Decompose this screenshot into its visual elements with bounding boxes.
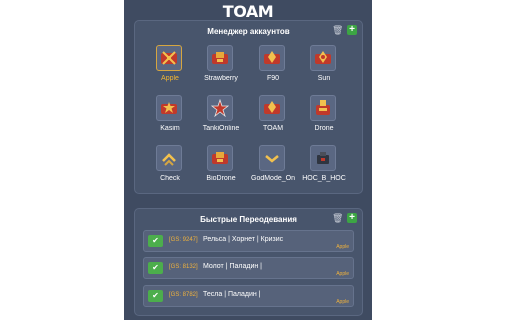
gs-score: [GS: 8132] [169, 264, 198, 270]
account-item-f90[interactable]: F90 [248, 45, 298, 91]
rank-red-badge-gold-icon [310, 45, 336, 71]
account-item-apple[interactable]: Apple [145, 45, 195, 91]
dress-owner: Apple [336, 271, 349, 277]
app-logo: TOAM [222, 2, 274, 21]
rank-grey-tank-icon [310, 145, 336, 171]
dress-owner: Apple [336, 244, 349, 250]
account-item-toam[interactable]: TOAM [248, 95, 298, 141]
account-label: Apple [161, 75, 179, 82]
account-label: Strawberry [204, 75, 238, 82]
account-item-drone[interactable]: Drone [299, 95, 349, 141]
trash-icon[interactable]: 🗑 [332, 213, 343, 223]
dress-row[interactable]: ✔ [GS: 9247] Рельса | Хорнет | Кризис Ap… [143, 230, 354, 252]
rank-gold-chevrons-icon [156, 145, 182, 171]
extension-panel: TOAM Менеджер аккаунтов 🗑 + Apple Strawb… [124, 0, 372, 320]
add-dress-plus-icon[interactable]: + [347, 213, 357, 223]
dress-equipment: Рельса | Хорнет | Кризис [203, 236, 284, 243]
gs-score: [GS: 9247] [169, 237, 198, 243]
dress-row[interactable]: ✔ [GS: 8782] Тесла | Паладин | Apple [143, 285, 354, 307]
quick-dress-title: Быстрые Переодевания [200, 215, 297, 224]
add-account-plus-icon[interactable]: + [347, 25, 357, 35]
account-item-biodrone[interactable]: BioDrone [196, 145, 246, 191]
account-item-godmode[interactable]: GodMode_On [248, 145, 298, 191]
account-item-sun[interactable]: Sun [299, 45, 349, 91]
apply-check-icon[interactable]: ✔ [148, 235, 163, 247]
apply-check-icon[interactable]: ✔ [148, 290, 163, 302]
quick-dress-section: Быстрые Переодевания 🗑 + ✔ [GS: 9247] Ре… [134, 208, 363, 316]
gs-score: [GS: 8782] [169, 292, 198, 298]
account-label: Kasim [160, 125, 180, 132]
rank-red-star-icon [207, 95, 233, 121]
account-item-check[interactable]: Check [145, 145, 195, 191]
account-item-strawberry[interactable]: Strawberry [196, 45, 246, 91]
account-label: Sun [317, 75, 331, 82]
rank-red-badge-star-icon [156, 95, 182, 121]
account-label: Drone [314, 125, 334, 132]
account-item-kasim[interactable]: Kasim [145, 95, 195, 141]
trash-icon[interactable]: 🗑 [332, 25, 343, 35]
rank-gold-chevron-icon [259, 145, 285, 171]
dress-equipment: Молот | Паладин | [203, 263, 262, 270]
rank-red-badge-icon [207, 145, 233, 171]
account-label: Check [160, 175, 180, 182]
dress-owner: Apple [336, 299, 349, 305]
rank-red-badge-gold-icon [259, 95, 285, 121]
account-label: TOAM [262, 125, 284, 132]
dress-row[interactable]: ✔ [GS: 8132] Молот | Паладин | Apple [143, 257, 354, 279]
account-label: TankiOnline [202, 125, 240, 132]
rank-red-badge-drone-icon [310, 95, 336, 121]
account-manager-title: Менеджер аккаунтов [207, 27, 290, 36]
rank-red-badge-icon [207, 45, 233, 71]
rank-crossed-swords-icon [156, 45, 182, 71]
apply-check-icon[interactable]: ✔ [148, 262, 163, 274]
account-manager-section: Менеджер аккаунтов 🗑 + Apple Strawberry … [134, 20, 363, 194]
account-item-tankionline[interactable]: TankiOnline [196, 95, 246, 141]
account-label: BioDrone [206, 175, 236, 182]
account-item-hoc-b-hoc[interactable]: HOC_B_HOC [299, 145, 349, 191]
account-label: F90 [266, 75, 280, 82]
account-label: HOC_B_HOC [302, 175, 346, 182]
dress-equipment: Тесла | Паладин | [203, 291, 261, 298]
account-label: GodMode_On [251, 175, 295, 182]
rank-red-badge-gold-icon [259, 45, 285, 71]
